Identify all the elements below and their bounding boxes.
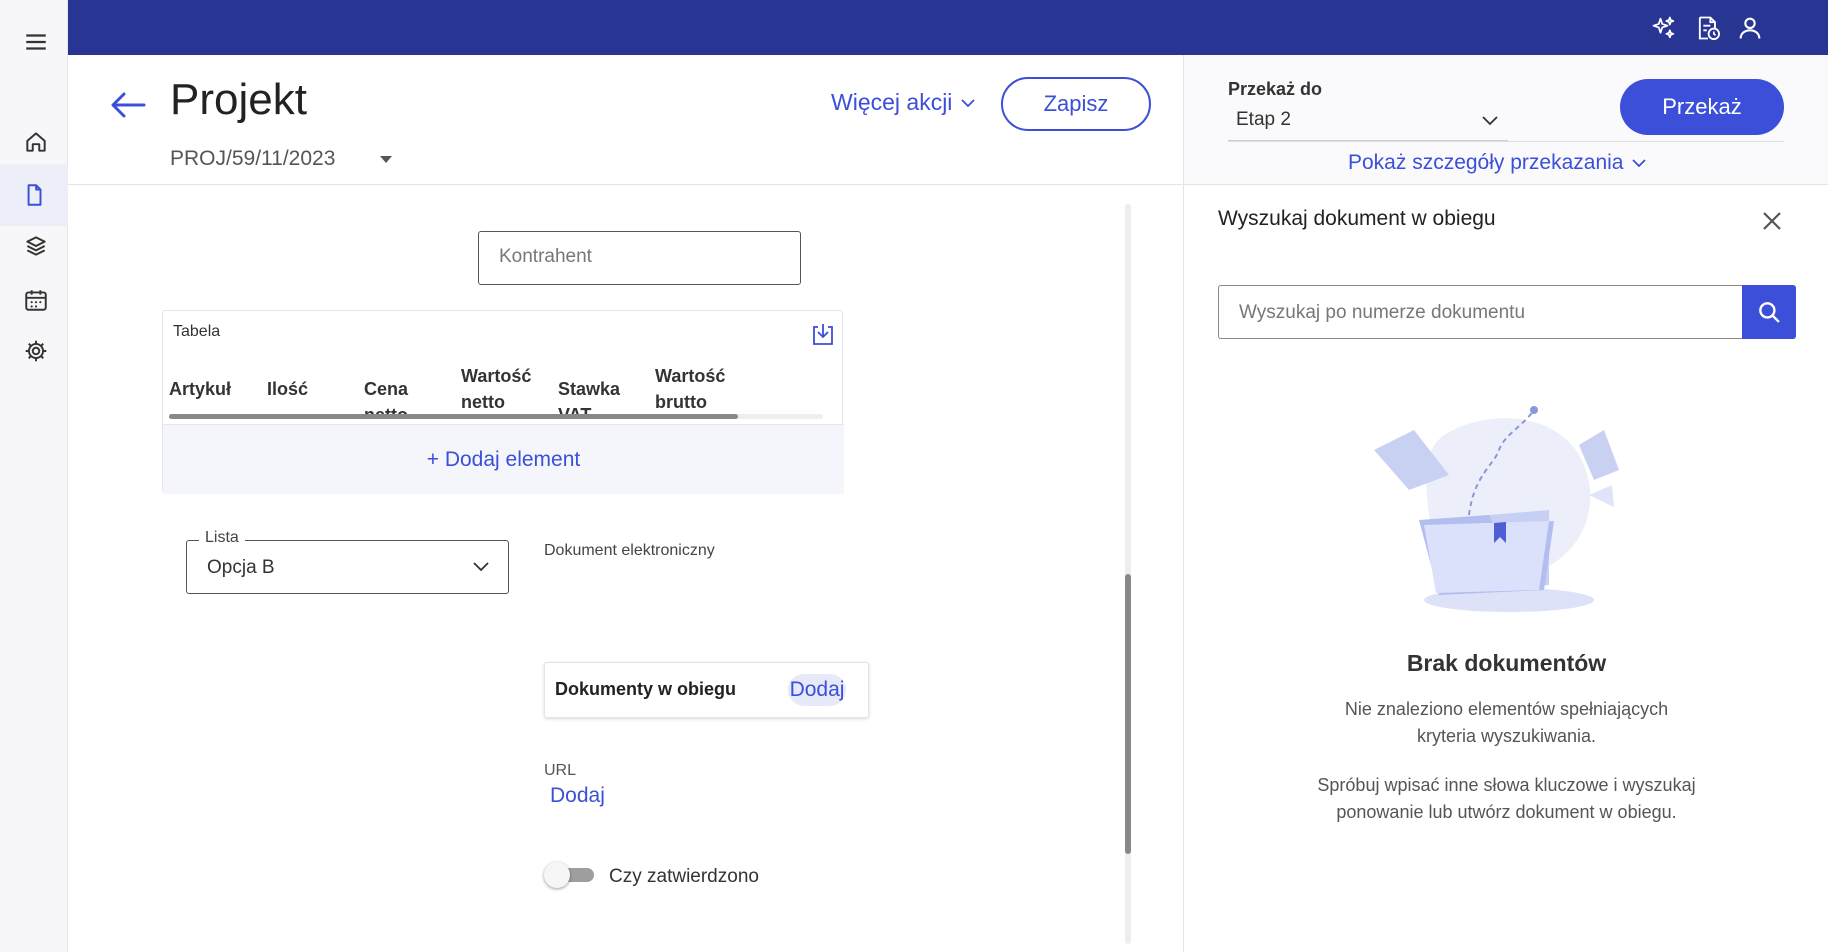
empty-state-title: Brak dokumentów <box>1406 650 1607 676</box>
chevron-down-icon <box>1631 155 1647 171</box>
table-horizontal-scrollbar[interactable] <box>169 414 823 419</box>
home-icon[interactable] <box>20 126 52 158</box>
column-header-cena-netto[interactable]: Cena netto <box>364 363 454 415</box>
transfer-stage-select[interactable]: Etap 2 <box>1228 105 1508 141</box>
sparkles-icon[interactable] <box>1648 12 1680 44</box>
table-scroll-thumb[interactable] <box>169 414 738 419</box>
show-transfer-details-label: Pokaż szczegóły przekazania <box>1348 151 1624 174</box>
empty-folder-illustration <box>1374 395 1634 625</box>
divider <box>1228 141 1784 142</box>
approved-label: Czy zatwierdzono <box>609 866 759 887</box>
lista-select[interactable]: Lista Opcja B <box>186 529 509 594</box>
add-element-button[interactable]: + Dodaj element <box>163 424 844 494</box>
user-icon[interactable] <box>1734 12 1766 44</box>
chevron-down-icon <box>960 95 976 111</box>
url-label: URL <box>544 762 577 779</box>
table-title: Tabela <box>173 323 221 340</box>
more-actions-label: Więcej akcji <box>831 89 953 115</box>
calendar-icon[interactable] <box>20 284 52 316</box>
layers-icon[interactable] <box>20 230 52 262</box>
download-icon[interactable] <box>809 321 837 349</box>
document-icon <box>21 182 47 208</box>
search-icon <box>1756 299 1782 325</box>
lista-value: Opcja B <box>207 557 275 578</box>
transfer-to-label: Przekaż do <box>1228 79 1323 99</box>
top-bar <box>68 0 1828 55</box>
column-header-wartosc-brutto[interactable]: Wartość brutto <box>655 363 735 415</box>
back-arrow-icon[interactable] <box>108 85 148 125</box>
search-panel-title: Wyszukaj dokument w obiegu <box>1218 207 1496 230</box>
empty-state-hint-line: ponowanie lub utwórz dokument w obiegu. <box>1336 802 1677 822</box>
page-header: Projekt PROJ/59/11/2023 Więcej akcji Zap… <box>68 55 1183 185</box>
kontrahent-field[interactable]: Kontrahent <box>478 231 801 285</box>
add-document-button[interactable]: Dodaj <box>788 674 846 706</box>
transfer-button[interactable]: Przekaż <box>1620 79 1784 135</box>
column-header-wartosc-netto[interactable]: Wartość netto <box>461 363 541 415</box>
documents-in-circulation-card: Dokumenty w obiegu Dodaj <box>544 662 869 718</box>
empty-state-hint-line: Spróbuj wpisać inne słowa kluczowe i wys… <box>1317 775 1696 795</box>
page-title: Projekt <box>170 75 307 124</box>
document-search-input[interactable]: Wyszukaj po numerze dokumentu <box>1218 285 1742 339</box>
lista-label: Lista <box>199 529 245 547</box>
hamburger-menu-icon[interactable] <box>20 26 52 58</box>
more-actions-button[interactable]: Więcej akcji <box>831 89 976 116</box>
table-card: Tabela Artykuł Ilość Cena netto Wartość … <box>162 310 844 494</box>
form-scroll-thumb[interactable] <box>1125 574 1131 854</box>
electronic-document-label: Dokument elektroniczny <box>544 542 715 559</box>
documents-in-circulation-label: Dokumenty w obiegu <box>555 679 737 699</box>
nav-documents-active[interactable] <box>0 164 68 226</box>
chevron-down-icon <box>1480 113 1500 129</box>
empty-state-message-line: kryteria wyszukiwania. <box>1416 726 1597 746</box>
column-header-stawka-vat[interactable]: Stawka VAT <box>558 363 653 415</box>
empty-state-message-line: Nie znaleziono elementów spełniających <box>1344 699 1669 719</box>
transfer-stage-value: Etap 2 <box>1236 109 1291 130</box>
empty-state-message: Nie znaleziono elementów spełniających k… <box>1184 696 1828 750</box>
caret-down-icon[interactable] <box>378 152 394 164</box>
show-transfer-details-link[interactable]: Pokaż szczegóły przekazania <box>1348 151 1647 175</box>
column-header-ilosc[interactable]: Ilość <box>267 363 357 415</box>
close-icon[interactable] <box>1758 207 1786 235</box>
side-nav-rail <box>0 0 68 952</box>
save-button[interactable]: Zapisz <box>1001 77 1151 131</box>
toggle-knob <box>544 862 570 888</box>
column-header-artykul[interactable]: Artykuł <box>169 363 259 415</box>
form-vertical-scrollbar[interactable] <box>1125 204 1131 944</box>
approved-toggle[interactable] <box>544 862 596 888</box>
document-clock-icon[interactable] <box>1692 12 1724 44</box>
empty-state-hint: Spróbuj wpisać inne słowa kluczowe i wys… <box>1184 772 1828 826</box>
search-button[interactable] <box>1742 285 1796 339</box>
transfer-section: Przekaż do Etap 2 Przekaż Pokaż szczegół… <box>1184 55 1828 185</box>
document-number: PROJ/59/11/2023 <box>170 147 336 170</box>
chevron-down-icon <box>471 559 491 575</box>
form-content: Kontrahent Tabela Artykuł Ilość Cena net… <box>68 186 1131 952</box>
app-root: Projekt PROJ/59/11/2023 Więcej akcji Zap… <box>0 0 1828 952</box>
add-url-button[interactable]: Dodaj <box>550 784 605 808</box>
gear-icon[interactable] <box>20 335 52 367</box>
right-panel: Przekaż do Etap 2 Przekaż Pokaż szczegół… <box>1183 55 1828 952</box>
